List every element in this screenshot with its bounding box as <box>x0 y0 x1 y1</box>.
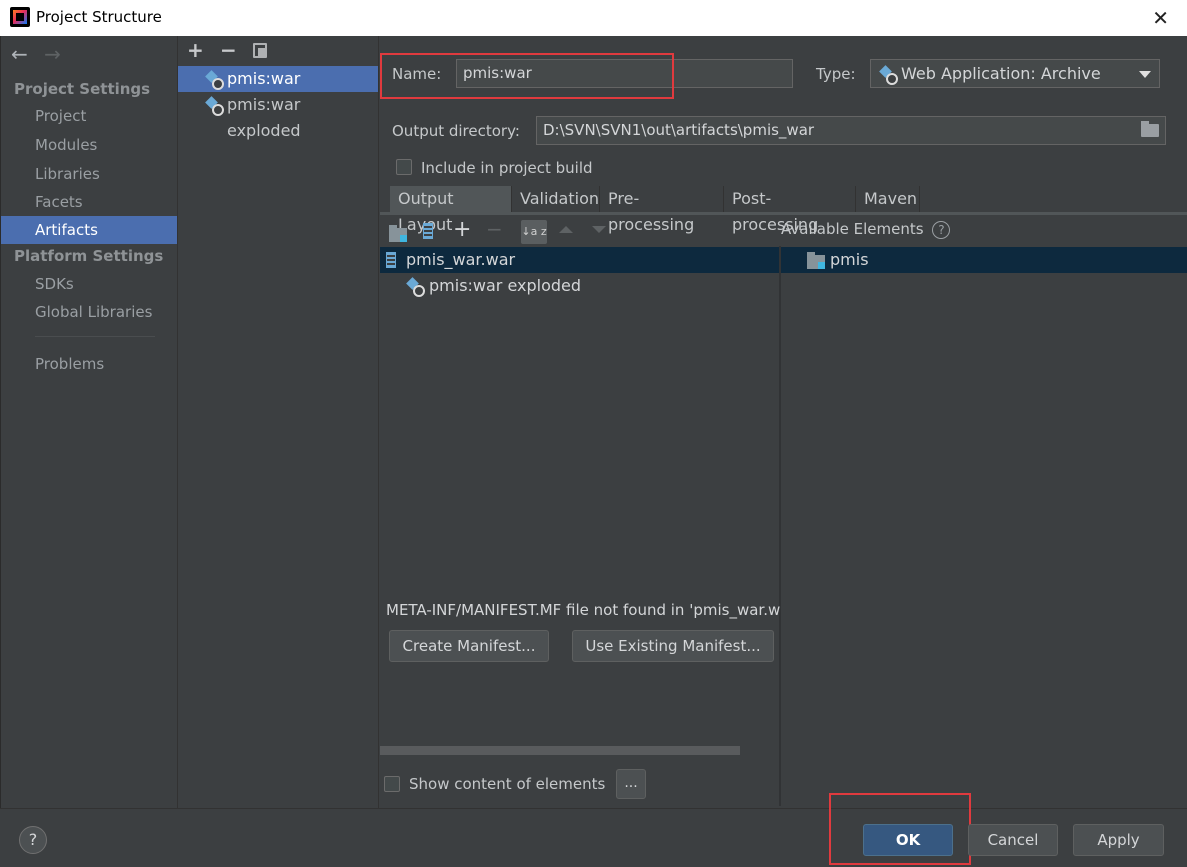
tree-node-exploded[interactable]: pmis:war exploded <box>380 273 779 299</box>
artifact-list-panel: + − pmis:war pmis:war exploded <box>178 36 379 808</box>
web-artifact-icon <box>406 278 425 297</box>
show-content-checkbox[interactable] <box>384 776 400 792</box>
sidebar-item-global-libraries[interactable]: Global Libraries <box>1 298 177 326</box>
output-directory-value: D:\SVN\SVN1\out\artifacts\pmis_war <box>543 121 815 139</box>
module-folder-icon <box>807 252 825 269</box>
move-down-icon[interactable] <box>592 226 606 233</box>
create-directory-icon[interactable] <box>389 225 407 242</box>
show-content-options-button[interactable]: ... <box>616 769 646 799</box>
sidebar-item-modules[interactable]: Modules <box>1 131 177 159</box>
web-artifact-icon <box>205 97 224 116</box>
help-icon[interactable]: ? <box>932 220 951 239</box>
horizontal-scrollbar[interactable] <box>380 746 740 755</box>
tree-node-war-root[interactable]: pmis_war.war <box>380 247 779 273</box>
help-button[interactable]: ? <box>19 826 47 854</box>
tree-node-label: pmis <box>830 250 869 269</box>
tab-post-processing[interactable]: Post-processing <box>724 186 856 234</box>
tab-output-layout[interactable]: Output Layout <box>390 186 512 234</box>
tab-pre-processing[interactable]: Pre-processing <box>600 186 724 234</box>
create-manifest-button[interactable]: Create Manifest... <box>389 630 549 662</box>
artifact-item-label: pmis:war exploded <box>227 95 301 140</box>
sidebar-item-problems[interactable]: Problems <box>1 350 177 378</box>
cancel-button[interactable]: Cancel <box>968 824 1058 856</box>
remove-artifact-button[interactable]: − <box>220 38 237 62</box>
name-highlight-box <box>380 53 674 99</box>
intellij-logo-icon <box>10 7 30 27</box>
move-up-icon[interactable] <box>559 226 573 233</box>
window-title: Project Structure <box>36 8 162 26</box>
close-icon[interactable]: ✕ <box>1152 6 1169 30</box>
type-select-value: Web Application: Archive <box>901 64 1101 83</box>
show-content-label: Show content of elements <box>409 775 606 793</box>
sidebar-item-project[interactable]: Project <box>1 102 177 130</box>
apply-button[interactable]: Apply <box>1073 824 1164 856</box>
copy-artifact-icon[interactable] <box>253 43 267 58</box>
sidebar-item-facets[interactable]: Facets <box>1 188 177 216</box>
sort-elements-button[interactable]: ↓a z <box>521 220 547 244</box>
create-archive-icon[interactable] <box>423 223 433 239</box>
tree-node-module-pmis[interactable]: pmis <box>781 247 1187 273</box>
tabs-underline <box>380 212 1187 215</box>
artifact-toolbar: + − <box>178 36 378 64</box>
project-settings-heading: Project Settings <box>14 80 151 98</box>
settings-sidebar: ← → Project Settings Project Modules Lib… <box>1 36 178 808</box>
include-in-build-label: Include in project build <box>421 159 593 177</box>
sidebar-divider <box>35 336 155 337</box>
archive-icon <box>386 252 396 268</box>
ok-highlight-box <box>829 793 971 865</box>
available-elements-label: Available Elements <box>781 220 924 238</box>
platform-settings-heading: Platform Settings <box>14 247 164 265</box>
back-arrow-icon[interactable]: ← <box>11 42 28 66</box>
web-artifact-icon <box>205 71 224 90</box>
manifest-warning: META-INF/MANIFEST.MF file not found in '… <box>386 601 780 619</box>
sidebar-item-libraries[interactable]: Libraries <box>1 160 177 188</box>
web-artifact-icon <box>879 66 898 85</box>
tree-node-label: pmis:war exploded <box>429 276 582 295</box>
history-navigation: ← → <box>11 42 71 66</box>
output-layout-toolbar: + − ↓a z <box>380 216 780 246</box>
artifact-item-label: pmis:war <box>227 69 301 88</box>
type-label: Type: <box>816 65 856 83</box>
tree-node-label: pmis_war.war <box>406 250 516 269</box>
sidebar-item-artifacts[interactable]: Artifacts <box>1 216 177 244</box>
type-select[interactable]: Web Application: Archive <box>870 59 1160 88</box>
output-directory-label: Output directory: <box>392 122 520 140</box>
use-existing-manifest-button[interactable]: Use Existing Manifest... <box>572 630 774 662</box>
artifact-item-pmis-war-exploded[interactable]: pmis:war exploded <box>178 92 378 140</box>
artifact-item-pmis-war[interactable]: pmis:war <box>178 66 378 92</box>
output-directory-input[interactable]: D:\SVN\SVN1\out\artifacts\pmis_war <box>536 116 1166 145</box>
add-artifact-button[interactable]: + <box>187 38 204 62</box>
title-bar: Project Structure ✕ <box>0 0 1187 36</box>
tab-maven[interactable]: Maven <box>856 186 920 212</box>
artifact-editor: Name: pmis:war Type: Web Application: Ar… <box>380 36 1187 808</box>
folder-browse-icon[interactable] <box>1141 121 1159 137</box>
available-elements-tree: pmis <box>781 246 1187 806</box>
forward-arrow-icon[interactable]: → <box>44 42 61 66</box>
sidebar-item-sdks[interactable]: SDKs <box>1 270 177 298</box>
include-in-build-checkbox[interactable] <box>396 159 412 175</box>
chevron-down-icon <box>1139 71 1151 78</box>
available-elements-heading: Available Elements ? <box>781 220 951 239</box>
remove-element-icon[interactable]: − <box>486 217 503 241</box>
dialog-footer: ? OK Cancel Apply <box>0 793 1187 867</box>
add-copy-icon[interactable]: + <box>453 217 471 242</box>
tab-validation[interactable]: Validation <box>512 186 600 212</box>
output-layout-tree: pmis_war.war pmis:war exploded <box>380 246 779 596</box>
